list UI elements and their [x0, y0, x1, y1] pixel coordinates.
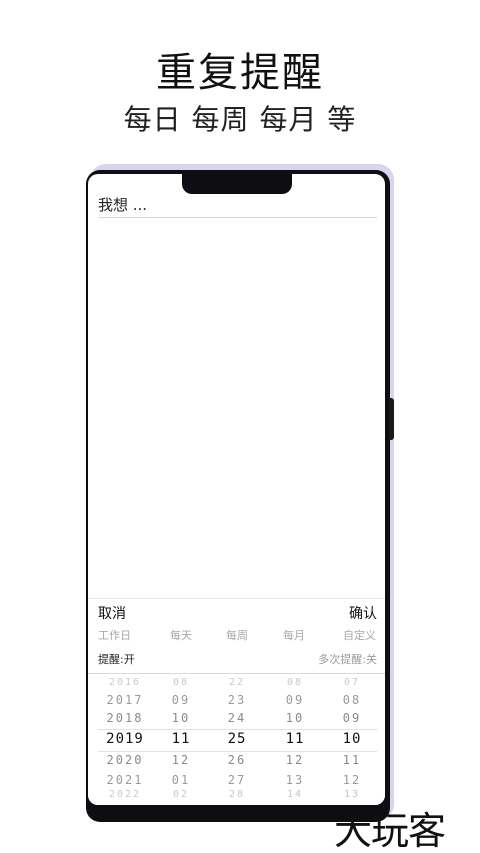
wheel-option-hour[interactable]: 13: [266, 773, 324, 787]
wheel-option-year[interactable]: 2017: [96, 693, 154, 707]
wheel-option-minute[interactable]: 08: [323, 693, 381, 707]
repeat-option-workday[interactable]: 工作日: [98, 627, 131, 643]
wheel-selected-day[interactable]: 25: [208, 731, 266, 747]
reminder-toggle-row: 提醒:开 多次提醒:关: [88, 649, 385, 674]
wheel-option-day[interactable]: 23: [208, 693, 266, 707]
wheel-option-day[interactable]: 22: [208, 677, 266, 688]
wheel-option-year[interactable]: 2022: [96, 789, 154, 800]
wheel-option-hour[interactable]: 12: [266, 753, 324, 767]
wheel-option-minute[interactable]: 11: [323, 753, 381, 767]
wheel-option-year[interactable]: 2021: [96, 773, 154, 787]
wheel-option-month[interactable]: 08: [152, 677, 210, 688]
wheel-option-hour[interactable]: 09: [266, 693, 324, 707]
wheel-option-day[interactable]: 26: [208, 753, 266, 767]
repeat-option-monthly[interactable]: 每月: [283, 627, 305, 643]
wheel-option-year[interactable]: 2020: [96, 753, 154, 767]
repeat-option-weekly[interactable]: 每周: [226, 627, 248, 643]
wheel-selected-hour[interactable]: 11: [266, 731, 324, 747]
wheel-option-hour[interactable]: 14: [266, 789, 324, 800]
confirm-button[interactable]: 确认: [349, 603, 377, 623]
datetime-wheel[interactable]: 2016 2017 2018 2019 2020 2021 2022 08 09 10 11 12 01…: [88, 677, 385, 805]
wheel-option-day[interactable]: 24: [208, 711, 266, 725]
phone-notch: [182, 174, 292, 194]
wheel-option-year[interactable]: 2016: [96, 677, 154, 688]
wheel-option-minute[interactable]: 07: [323, 677, 381, 688]
datetime-picker-panel: 取消 确认 工作日 每天 每周 每月 自定义 提醒:开 多次提醒:关 2016 2…: [88, 598, 385, 805]
wheel-option-hour[interactable]: 08: [266, 677, 324, 688]
wheel-column-day[interactable]: 22 23 24 25 26 27 28: [208, 677, 266, 805]
wheel-option-month[interactable]: 01: [152, 773, 210, 787]
repeat-option-custom[interactable]: 自定义: [343, 627, 376, 643]
watermark-logo-text: 大玩客: [334, 809, 446, 853]
reminder-text-input[interactable]: 我想 ...: [98, 194, 377, 218]
cancel-button[interactable]: 取消: [98, 603, 126, 623]
wheel-column-hour[interactable]: 08 09 10 11 12 13 14: [266, 677, 324, 805]
phone-screen: 我想 ... 取消 确认 工作日 每天 每周 每月 自定义 提醒:开 多次提醒:…: [88, 174, 385, 805]
wheel-option-month[interactable]: 09: [152, 693, 210, 707]
wheel-option-minute[interactable]: 09: [323, 711, 381, 725]
phone-side-button: [389, 398, 394, 440]
wheel-selected-month[interactable]: 11: [152, 731, 210, 747]
wheel-option-minute[interactable]: 12: [323, 773, 381, 787]
screenshot-stage: 重复提醒 每日 每周 每月 等 我想 ... 取消 确认 工作日 每天 每周 每…: [0, 0, 480, 853]
wheel-option-month[interactable]: 02: [152, 789, 210, 800]
wheel-column-month[interactable]: 08 09 10 11 12 01 02: [152, 677, 210, 805]
wheel-column-minute[interactable]: 07 08 09 10 11 12 13: [323, 677, 381, 805]
promo-title: 重复提醒: [156, 50, 324, 96]
reminder-toggle[interactable]: 提醒:开: [98, 651, 135, 667]
wheel-column-year[interactable]: 2016 2017 2018 2019 2020 2021 2022: [96, 677, 154, 805]
wheel-option-day[interactable]: 28: [208, 789, 266, 800]
wheel-option-month[interactable]: 12: [152, 753, 210, 767]
wheel-option-day[interactable]: 27: [208, 773, 266, 787]
promo-subtitle: 每日 每周 每月 等: [123, 103, 357, 136]
reminder-input-placeholder: 我想 ...: [98, 196, 148, 214]
repeat-option-daily[interactable]: 每天: [170, 627, 192, 643]
multi-reminder-toggle[interactable]: 多次提醒:关: [318, 651, 377, 667]
wheel-option-hour[interactable]: 10: [266, 711, 324, 725]
wheel-option-minute[interactable]: 13: [323, 789, 381, 800]
wheel-selected-minute[interactable]: 10: [323, 731, 381, 747]
wheel-option-year[interactable]: 2018: [96, 711, 154, 725]
wheel-option-month[interactable]: 10: [152, 711, 210, 725]
repeat-options-row: 工作日 每天 每周 每月 自定义: [88, 627, 385, 645]
wheel-selected-year[interactable]: 2019: [96, 731, 154, 747]
